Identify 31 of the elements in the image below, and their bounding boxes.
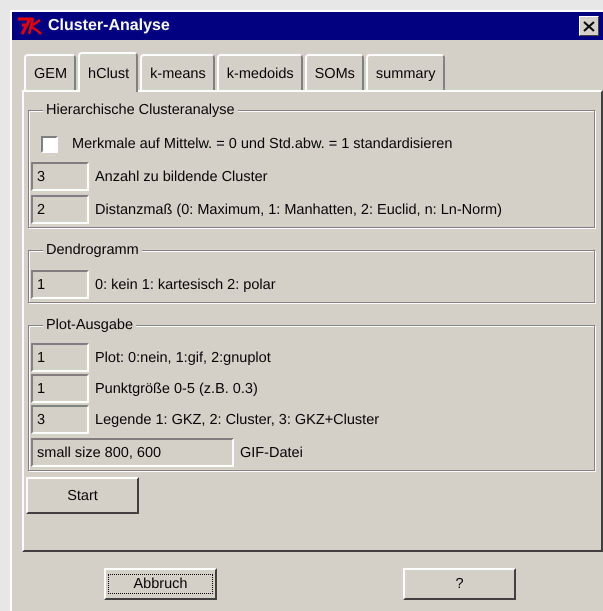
group-title: Dendrogramm [43,241,142,259]
field-label: Punktgröße 0-5 (z.B. 0.3) [95,380,258,396]
field-label: Anzahl zu bildende Cluster [95,168,268,184]
field-label: Legende 1: GKZ, 2: Cluster, 3: GKZ+Cluster [95,412,380,428]
field-label: Distanzmaß (0: Maximum, 1: Manhatten, 2: Euclid, n: Ln-Norm) [95,202,502,218]
field-label: GIF-Datei [240,444,303,460]
close-button[interactable] [579,16,599,36]
checkbox[interactable] [41,136,58,152]
group-title: Plot-Ausgabe [43,316,136,334]
group-title: Hierarchische Clusteranalyse [43,101,238,119]
input-field[interactable]: 1 [31,374,89,403]
input-field[interactable]: 3 [31,405,89,434]
tab[interactable]: SOMs [304,54,364,90]
tab[interactable]: hClust [78,52,138,92]
tab[interactable]: GEM [24,54,76,90]
tab[interactable]: k-medoids [216,54,303,90]
tab[interactable]: summary [366,54,445,90]
input-field[interactable]: 3 [31,162,89,191]
input-field[interactable]: 2 [31,195,89,224]
start-button[interactable]: Start [26,477,139,514]
window-title: Cluster-Analyse [48,17,171,35]
input-field[interactable]: 1 [31,270,89,299]
field-label: Plot: 0:nein, 1:gif, 2:gnuplot [95,350,271,366]
footer-button[interactable]: ? [403,568,516,600]
close-icon [583,20,595,32]
input-field[interactable]: 1 [31,343,89,372]
footer-button[interactable]: Abbruch [104,568,217,600]
field-label: 0: kein 1: kartesisch 2: polar [95,276,276,292]
checkbox-label: Merkmale auf Mittelw. = 0 und Std.abw. = 1 standardisieren [72,136,452,152]
input-field[interactable]: small size 800, 600 [31,438,234,467]
tab[interactable]: k-means [140,54,215,90]
